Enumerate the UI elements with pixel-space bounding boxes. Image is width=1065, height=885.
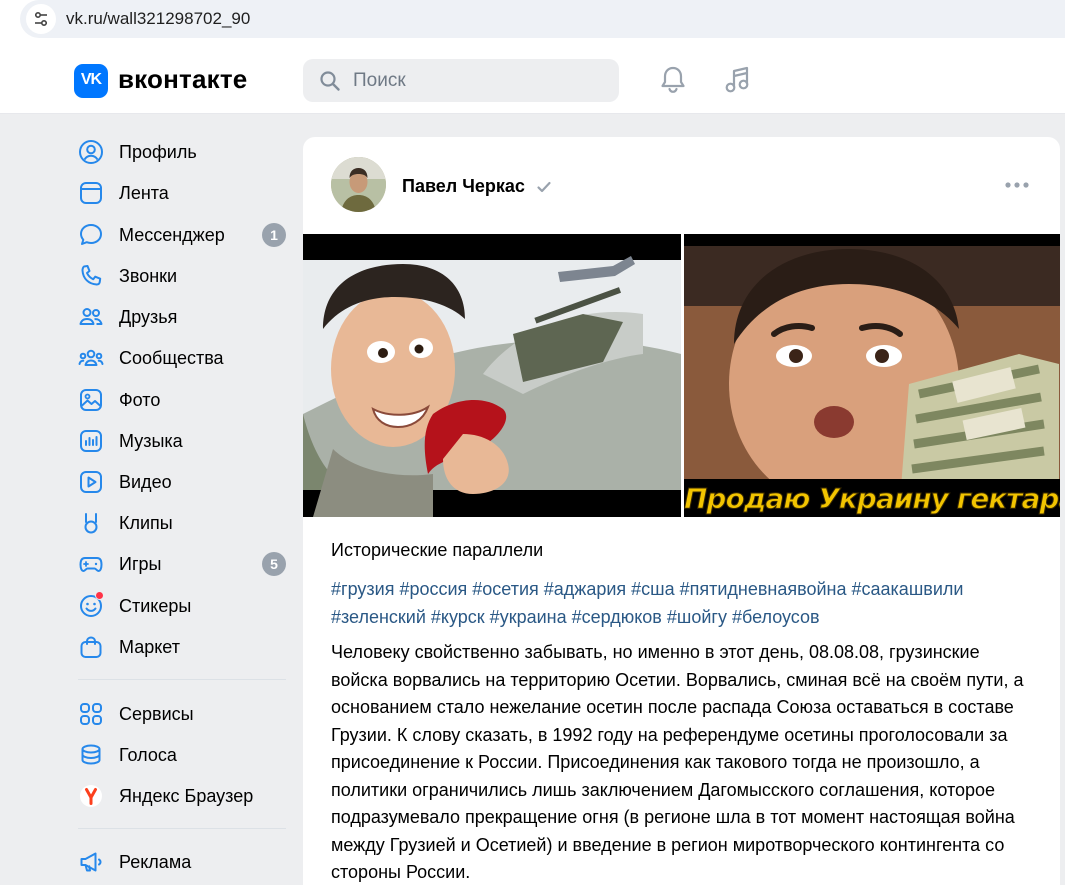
sidebar-item-feed[interactable]: Лента (74, 173, 289, 213)
vk-header: VK вконтакте (0, 46, 1065, 114)
author-avatar[interactable] (331, 157, 386, 212)
post-hashtags[interactable]: #грузия #россия #осетия #аджария #сша #п… (331, 575, 1041, 631)
wall-post: Павел Черкас Продаю Украину гектар Истор… (303, 137, 1060, 885)
sidebar-item-communities[interactable]: Сообщества (74, 338, 289, 378)
url-text: vk.ru/wall321298702_90 (66, 9, 251, 28)
yandex-browser-icon (80, 785, 102, 807)
sidebar-item-votes[interactable]: Голоса (74, 735, 289, 775)
vk-logo-mark: VK (80, 71, 102, 88)
search-box[interactable] (303, 59, 619, 102)
messenger-count-badge: 1 (262, 223, 286, 247)
sidebar-item-music[interactable]: Музыка (74, 421, 289, 461)
sidebar-item-friends[interactable]: Друзья (74, 297, 289, 337)
vk-logo-text[interactable]: вконтакте (118, 64, 247, 95)
sidebar-item-label: Яндекс Браузер (119, 786, 254, 806)
hashtags-line[interactable]: #грузия #россия #осетия #аджария #сша #п… (331, 575, 1041, 603)
author-name[interactable]: Павел Черкас (402, 176, 525, 197)
market-icon (80, 636, 102, 658)
post-title: Исторические параллели (331, 540, 544, 560)
site-settings-icon[interactable] (26, 4, 56, 34)
verified-check-icon (537, 181, 551, 193)
ads-icon (80, 852, 102, 872)
sidebar-item-label: Голоса (119, 745, 177, 765)
sidebar-item-label: Сообщества (119, 348, 224, 368)
sidebar-item-label: Стикеры (119, 596, 192, 616)
sidebar-item-label: Видео (119, 472, 172, 492)
post-body-text: Человеку свойственно забывать, но именно… (331, 642, 1024, 882)
sidebar-item-label: Сервисы (119, 704, 194, 724)
sidebar-item-stickers[interactable]: Стикеры (74, 586, 289, 626)
search-input[interactable] (353, 59, 603, 102)
sidebar-item-label: Звонки (119, 266, 178, 286)
sidebar-item-ads[interactable]: Реклама (74, 842, 289, 882)
sidebar-item-photo[interactable]: Фото (74, 380, 289, 420)
sidebar-item-services[interactable]: Сервисы (74, 694, 289, 734)
sidebar-item-label: Мессенджер (119, 225, 225, 245)
sidebar-divider (78, 828, 286, 829)
votes-icon (81, 744, 101, 765)
browser-spacer (0, 38, 1065, 46)
sidebar-item-messenger[interactable]: Мессенджер 1 (74, 215, 289, 255)
sidebar-item-label: Маркет (119, 637, 180, 657)
sidebar-item-profile[interactable]: Профиль (74, 132, 289, 172)
music-icon[interactable] (722, 64, 754, 96)
profile-icon (79, 140, 103, 164)
phone-icon (81, 265, 102, 286)
vk-logo-icon[interactable]: VK (74, 64, 108, 98)
caricature-image[interactable] (303, 234, 681, 517)
url-field[interactable]: vk.ru/wall321298702_90 (20, 0, 1065, 38)
services-icon (80, 703, 102, 725)
hashtags-line[interactable]: #зеленский #курск #украина #сердюков #шо… (331, 603, 1041, 631)
video-icon (80, 471, 102, 493)
sidebar-item-market[interactable]: Маркет (74, 627, 289, 667)
money-photo-image[interactable]: Продаю Украину гектарами!.. (684, 234, 1060, 517)
sidebar-item-clips[interactable]: Клипы (74, 503, 289, 543)
sidebar-item-label: Игры (119, 554, 162, 574)
search-icon (320, 71, 340, 91)
sidebar-item-video[interactable]: Видео (74, 462, 289, 502)
sidebar-item-label: Музыка (119, 431, 183, 451)
sidebar-item-calls[interactable]: Звонки (74, 256, 289, 296)
music-icon (80, 430, 102, 452)
sidebar-item-label: Лента (119, 183, 169, 203)
sidebar-item-label: Клипы (119, 513, 173, 533)
feed-icon (80, 182, 102, 204)
sidebar-item-label: Реклама (119, 852, 192, 872)
bell-icon[interactable] (657, 64, 689, 96)
messenger-icon (80, 224, 102, 245)
sidebar-item-yandex-browser[interactable]: Яндекс Браузер (74, 776, 289, 816)
friends-icon (79, 308, 103, 325)
sidebar-item-label: Фото (119, 390, 161, 410)
browser-address-bar: vk.ru/wall321298702_90 (0, 0, 1065, 38)
games-count-badge: 5 (262, 552, 286, 576)
communities-icon (78, 349, 104, 366)
new-stickers-dot (95, 591, 104, 600)
more-options-icon[interactable] (1003, 175, 1031, 195)
sidebar-divider (78, 679, 286, 680)
sidebar-item-label: Профиль (119, 142, 197, 162)
clips-icon (84, 513, 98, 534)
sidebar-item-label: Друзья (119, 307, 178, 327)
games-icon (79, 557, 103, 572)
sidebar-item-games[interactable]: Игры 5 (74, 544, 289, 584)
image-caption-text: Продаю Украину гектарами!.. (684, 482, 1060, 516)
photo-icon (80, 389, 102, 411)
